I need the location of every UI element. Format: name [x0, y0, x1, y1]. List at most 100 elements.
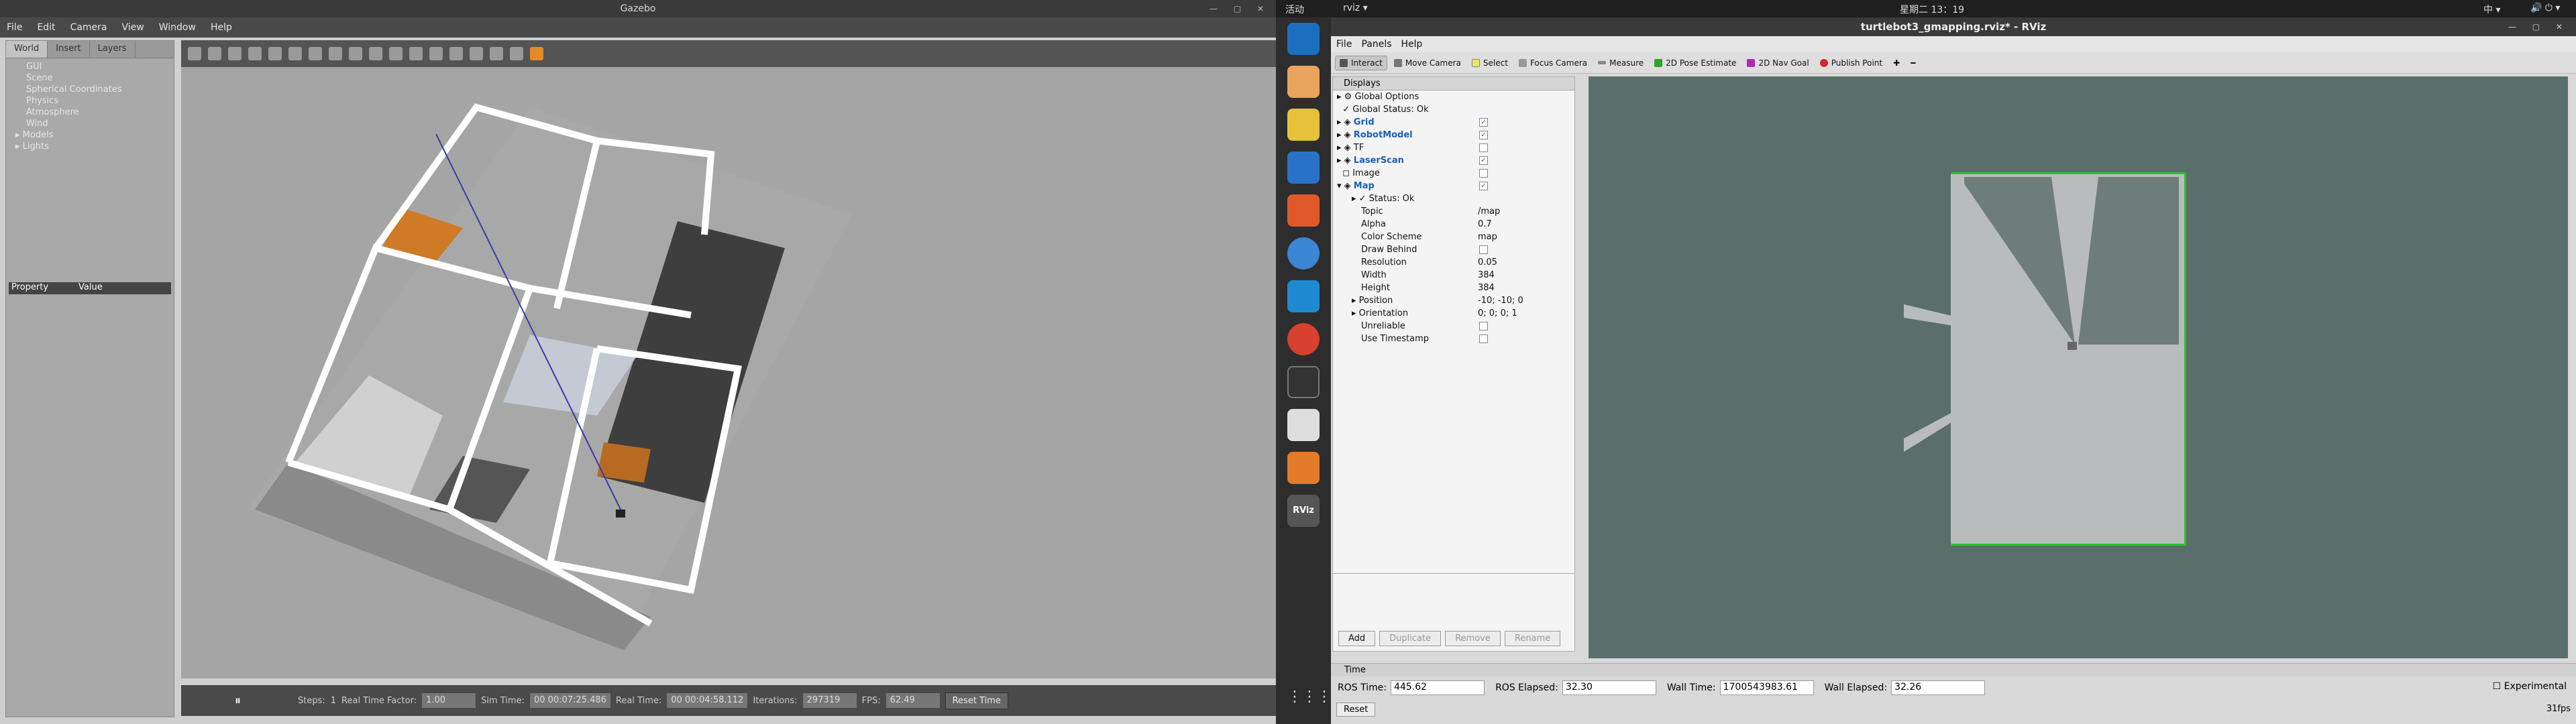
tree-item-lights[interactable]: ▸ Lights: [11, 141, 168, 152]
ros-time-field[interactable]: 445.62: [1391, 680, 1485, 695]
tab-layers[interactable]: Layers: [90, 41, 136, 58]
map-status[interactable]: ▸ ✓ Status: Ok: [1337, 192, 1574, 205]
redo-icon[interactable]: [288, 47, 302, 60]
tree-item-scene[interactable]: Scene: [11, 72, 168, 84]
clock[interactable]: 星期二 13：19: [1900, 3, 1964, 16]
tool-nav-goal[interactable]: 2D Nav Goal: [1743, 56, 1813, 70]
ros-elapsed-field[interactable]: 32.30: [1562, 680, 1656, 695]
tab-world[interactable]: World: [6, 41, 48, 58]
sphere-shape-icon[interactable]: [329, 47, 342, 60]
window-controls[interactable]: — ▢ ✕: [1210, 0, 1271, 17]
rviz-menu-panels[interactable]: Panels: [1361, 39, 1391, 50]
map-draw-behind[interactable]: Draw Behind: [1337, 243, 1574, 256]
magnet-icon[interactable]: [510, 47, 523, 60]
vscode-icon[interactable]: [1287, 280, 1320, 312]
map-resolution[interactable]: Resolution 0.05: [1337, 256, 1574, 269]
input-method[interactable]: 中 ▾: [2483, 3, 2500, 16]
tree-item-atmosphere[interactable]: Atmosphere: [11, 107, 168, 118]
translate-icon[interactable]: [208, 47, 221, 60]
rviz-window-controls[interactable]: — ▢ ✕: [2508, 17, 2569, 36]
writer-icon[interactable]: [1287, 152, 1320, 184]
rviz-menu-file[interactable]: File: [1336, 39, 1352, 50]
rename-button[interactable]: Rename: [1504, 631, 1561, 646]
display-global-options[interactable]: ▸ ⚙ Global Options: [1337, 90, 1574, 103]
reset-button[interactable]: Reset: [1336, 703, 1376, 717]
tool-focus-camera[interactable]: Focus Camera: [1515, 56, 1591, 70]
software-icon[interactable]: [1287, 194, 1320, 227]
gazebo-3d-viewport[interactable]: [181, 67, 1276, 678]
display-robotmodel[interactable]: ▸ ◈ RobotModel ✓: [1337, 129, 1574, 141]
map-position[interactable]: ▸ Position -10; -10; 0: [1337, 294, 1574, 307]
display-laserscan[interactable]: ▸ ◈ LaserScan ✓: [1337, 154, 1574, 167]
tool-pose-estimate[interactable]: 2D Pose Estimate: [1650, 56, 1740, 70]
tool-measure[interactable]: Measure: [1594, 56, 1648, 70]
tool-interact[interactable]: Interact: [1335, 55, 1387, 70]
map-alpha-value[interactable]: 0.7: [1478, 218, 1492, 231]
tool-move-camera[interactable]: Move Camera: [1390, 56, 1465, 70]
add-button[interactable]: Add: [1338, 631, 1376, 646]
files-icon[interactable]: [1287, 66, 1320, 98]
rviz-3d-view[interactable]: [1589, 76, 2568, 658]
cylinder-shape-icon[interactable]: [349, 47, 362, 60]
tab-insert[interactable]: Insert: [48, 41, 90, 58]
menu-file[interactable]: File: [7, 22, 22, 33]
tree-item-gui[interactable]: GUI: [11, 61, 168, 72]
steps-value[interactable]: 1: [331, 696, 336, 706]
map-use-timestamp[interactable]: Use Timestamp: [1337, 333, 1574, 345]
activities-button[interactable]: 活动: [1285, 3, 1304, 16]
use-timestamp-checkbox[interactable]: [1479, 335, 1488, 343]
unreliable-checkbox[interactable]: [1479, 322, 1488, 330]
display-map[interactable]: ▾ ◈ Map ✓: [1337, 180, 1574, 192]
display-tf[interactable]: ▸ ◈ TF: [1337, 141, 1574, 154]
tool-publish-point[interactable]: Publish Point: [1816, 56, 1886, 70]
map-color-scheme[interactable]: Color Scheme map: [1337, 231, 1574, 243]
map-checkbox[interactable]: ✓: [1479, 182, 1488, 190]
menu-camera[interactable]: Camera: [70, 22, 107, 33]
terminal-icon[interactable]: [1287, 366, 1320, 398]
wall-elapsed-field[interactable]: 32.26: [1891, 680, 1986, 695]
system-menu-icon[interactable]: 🔊 ⏻ ▾: [2530, 3, 2560, 13]
experimental-toggle[interactable]: ☐ Experimental: [2493, 681, 2567, 692]
rhythmbox-icon[interactable]: [1287, 109, 1320, 141]
robotmodel-checkbox[interactable]: ✓: [1479, 131, 1488, 139]
map-orientation[interactable]: ▸ Orientation 0; 0; 0; 1: [1337, 307, 1574, 320]
draw-behind-checkbox[interactable]: [1479, 245, 1488, 254]
rviz-menu-help[interactable]: Help: [1401, 39, 1423, 50]
menu-window[interactable]: Window: [159, 22, 196, 33]
tree-item-physics[interactable]: Physics: [11, 95, 168, 107]
wall-time-field[interactable]: 1700543983.61: [1719, 680, 1814, 695]
map-topic[interactable]: Topic/map: [1337, 205, 1574, 218]
pause-icon[interactable]: ⏸: [235, 694, 252, 708]
menu-view[interactable]: View: [122, 22, 144, 33]
map-color-scheme-value[interactable]: map: [1478, 231, 1497, 243]
directional-light-icon[interactable]: [409, 47, 423, 60]
menu-help[interactable]: Help: [211, 22, 232, 33]
scale-icon[interactable]: [248, 47, 262, 60]
select-arrow-icon[interactable]: [188, 47, 201, 60]
laserscan-checkbox[interactable]: ✓: [1479, 156, 1488, 165]
menu-edit[interactable]: Edit: [37, 22, 55, 33]
copy-icon[interactable]: [429, 47, 443, 60]
remove-tool-icon[interactable]: ━: [1907, 56, 1919, 70]
grid-checkbox[interactable]: ✓: [1479, 118, 1488, 127]
spot-light-icon[interactable]: [389, 47, 402, 60]
tf-checkbox[interactable]: [1479, 143, 1488, 152]
display-grid[interactable]: ▸ ◈ Grid ✓: [1337, 116, 1574, 129]
snap-icon[interactable]: [490, 47, 503, 60]
map-width[interactable]: Width 384: [1337, 269, 1574, 282]
paste-icon[interactable]: [449, 47, 463, 60]
thunderbird-icon[interactable]: [1287, 23, 1320, 55]
tree-item-models[interactable]: ▸ Models: [11, 129, 168, 141]
map-unreliable[interactable]: Unreliable: [1337, 320, 1574, 333]
map-alpha[interactable]: Alpha 0.7: [1337, 218, 1574, 231]
align-icon[interactable]: [470, 47, 483, 60]
tree-item-spherical[interactable]: Spherical Coordinates: [11, 84, 168, 95]
color-icon[interactable]: [530, 47, 543, 60]
image-checkbox[interactable]: [1479, 169, 1488, 178]
display-global-status[interactable]: ✓ Global Status: Ok: [1337, 103, 1574, 116]
rviz-icon[interactable]: RViz: [1287, 495, 1320, 527]
sublime-icon[interactable]: [1287, 452, 1320, 484]
map-topic-value[interactable]: /map: [1478, 205, 1500, 218]
display-image[interactable]: ◻ Image: [1337, 167, 1574, 180]
tool-select[interactable]: Select: [1468, 56, 1512, 70]
